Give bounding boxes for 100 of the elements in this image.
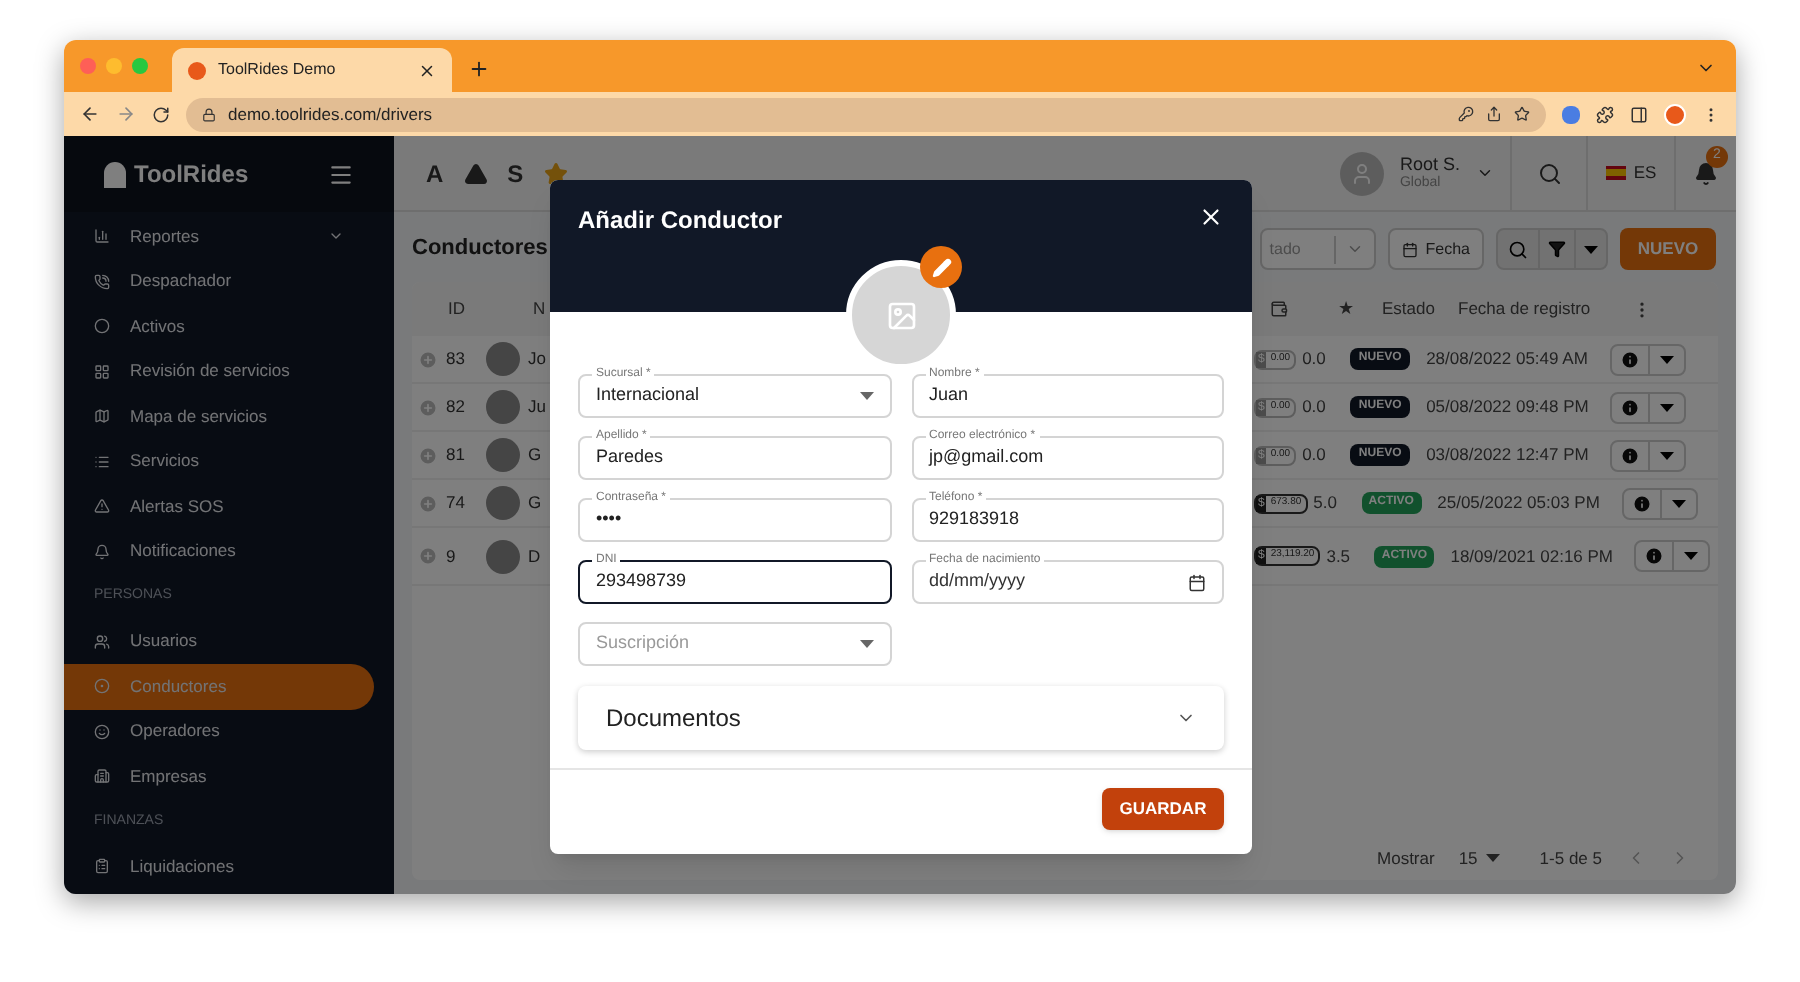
menu-item-icon xyxy=(94,273,110,290)
table-cell-text: 82 xyxy=(446,394,467,420)
browser-tab[interactable]: ToolRides Demo xyxy=(172,48,452,92)
date-filter-button[interactable]: Fecha xyxy=(1387,228,1484,270)
menu-item-icon xyxy=(94,633,110,650)
info-icon xyxy=(1620,445,1641,465)
side-panel-icon[interactable] xyxy=(1630,105,1648,123)
image-icon xyxy=(885,299,917,331)
url-text: demo.toolrides.com/drivers xyxy=(228,101,435,127)
column-header: ID xyxy=(448,296,465,322)
info-icon xyxy=(1620,397,1641,417)
dialog-title: Añadir Conductor xyxy=(578,204,782,238)
table-cell-text: 18/09/2021 02:16 PM xyxy=(1450,543,1616,569)
language-button[interactable]: ES xyxy=(1588,136,1676,210)
table-cell: Ju xyxy=(528,394,546,420)
translate-icon[interactable] xyxy=(1562,105,1580,123)
back-icon[interactable] xyxy=(80,104,100,124)
table-cell: Jo xyxy=(528,346,546,372)
table-cell-text: 83 xyxy=(446,346,467,372)
caret-icon xyxy=(1660,451,1675,459)
calendar-icon[interactable] xyxy=(1188,573,1206,591)
new-tab-icon[interactable] xyxy=(468,58,490,80)
flag-icon xyxy=(1605,166,1626,180)
pencil-icon xyxy=(931,257,951,277)
notifications-icon[interactable] xyxy=(1694,161,1718,185)
sidebar-item[interactable]: Revisión de servicios xyxy=(64,349,374,394)
bookmark-star-icon[interactable] xyxy=(1514,106,1530,122)
rating-cell-text: 0.0 xyxy=(1302,346,1328,372)
caret-icon xyxy=(1660,403,1675,411)
menu-item-icon xyxy=(94,453,110,470)
close-icon[interactable] xyxy=(1198,204,1224,230)
save-button[interactable]: GUARDAR xyxy=(1102,788,1224,830)
select-value: Internacional xyxy=(596,382,702,409)
table-cell: D xyxy=(528,543,541,569)
select-placeholder: Suscripción xyxy=(596,630,692,657)
rating-cell-text: 3.5 xyxy=(1326,543,1353,569)
reload-icon[interactable] xyxy=(152,105,170,123)
caret-icon xyxy=(859,392,873,400)
share-icon[interactable] xyxy=(1486,106,1502,122)
sidebar-item[interactable]: Liquidaciones xyxy=(64,844,374,889)
extensions-icon[interactable] xyxy=(1596,105,1614,123)
menu-item-icon xyxy=(94,678,110,695)
key-icon[interactable] xyxy=(1458,106,1474,122)
caret-icon xyxy=(1671,499,1686,507)
sidebar-item[interactable]: Usuarios xyxy=(64,619,374,664)
forward-icon[interactable] xyxy=(116,104,136,124)
profile-icon[interactable] xyxy=(1664,103,1686,125)
edit-photo-button[interactable] xyxy=(920,246,962,288)
menu-icon[interactable] xyxy=(328,161,354,187)
caret-icon xyxy=(1660,355,1675,363)
logo-text: ToolRides xyxy=(134,158,249,192)
menu-item-icon xyxy=(94,858,110,875)
warning-icon[interactable] xyxy=(463,161,488,185)
rows-per-page-select[interactable]: 15 xyxy=(1458,845,1500,871)
sidebar-item[interactable]: Activos xyxy=(64,304,374,349)
logo-pin-icon xyxy=(104,161,126,187)
table-cell-text: 9 xyxy=(446,543,458,569)
column-header: N xyxy=(533,296,546,322)
caret-icon xyxy=(1485,854,1500,862)
close-tab-icon[interactable] xyxy=(418,61,436,79)
sidebar-item[interactable]: Alertas SOS xyxy=(64,484,374,529)
wallet-icon xyxy=(1270,300,1288,318)
user-name: Root S. xyxy=(1399,153,1460,175)
table-cell: G xyxy=(528,490,542,516)
address-field[interactable]: demo.toolrides.com/drivers xyxy=(186,97,1546,131)
sidebar-item[interactable]: Reportes xyxy=(64,214,374,259)
avatar-photo xyxy=(486,539,520,573)
new-button[interactable]: NUEVO xyxy=(1620,228,1716,270)
search-icon[interactable] xyxy=(1537,161,1561,185)
rating-cell-text: 0.0 xyxy=(1302,394,1328,420)
column-header: Estado xyxy=(1382,296,1437,322)
sidebar-item[interactable]: Mapa de servicios xyxy=(64,394,374,439)
info-icon xyxy=(1644,546,1665,566)
avatar-photo xyxy=(486,342,520,376)
column-header: Fecha de registro xyxy=(1458,296,1593,322)
table-cell-text: 25/05/2022 05:03 PM xyxy=(1437,490,1602,516)
avatar-photo xyxy=(486,486,520,520)
menu-item-icon xyxy=(94,363,110,380)
sidebar-item[interactable]: Despachador xyxy=(64,259,374,304)
shortcut-letter[interactable]: A xyxy=(426,155,444,191)
info-icon xyxy=(1631,493,1652,513)
select-field[interactable]: Suscripción xyxy=(578,622,891,666)
avatar-photo xyxy=(486,438,520,472)
chevron-icon[interactable] xyxy=(1476,164,1494,182)
menu-item-icon xyxy=(94,408,110,425)
table-cell-text: 74 xyxy=(446,490,467,516)
table-cell-text: 05/08/2022 09:48 PM xyxy=(1426,394,1591,420)
sidebar-item[interactable]: Operadores xyxy=(64,709,374,754)
menu-item-icon xyxy=(94,498,110,515)
sidebar-item[interactable]: Empresas xyxy=(64,754,374,799)
table-cell-text: 28/08/2022 05:49 AM xyxy=(1426,346,1590,372)
sidebar-item[interactable]: Servicios xyxy=(64,439,374,484)
star-icon[interactable] xyxy=(543,161,568,185)
caret-icon xyxy=(1684,552,1699,560)
documents-accordion[interactable]: Documentos xyxy=(578,686,1224,750)
site-favicon-icon xyxy=(188,61,206,79)
shortcut-letter[interactable]: S xyxy=(507,155,524,191)
rows-per-page-label: Mostrar xyxy=(1377,845,1435,871)
photo-placeholder[interactable] xyxy=(846,260,956,370)
sidebar-item[interactable]: Notificaciones xyxy=(64,529,374,574)
